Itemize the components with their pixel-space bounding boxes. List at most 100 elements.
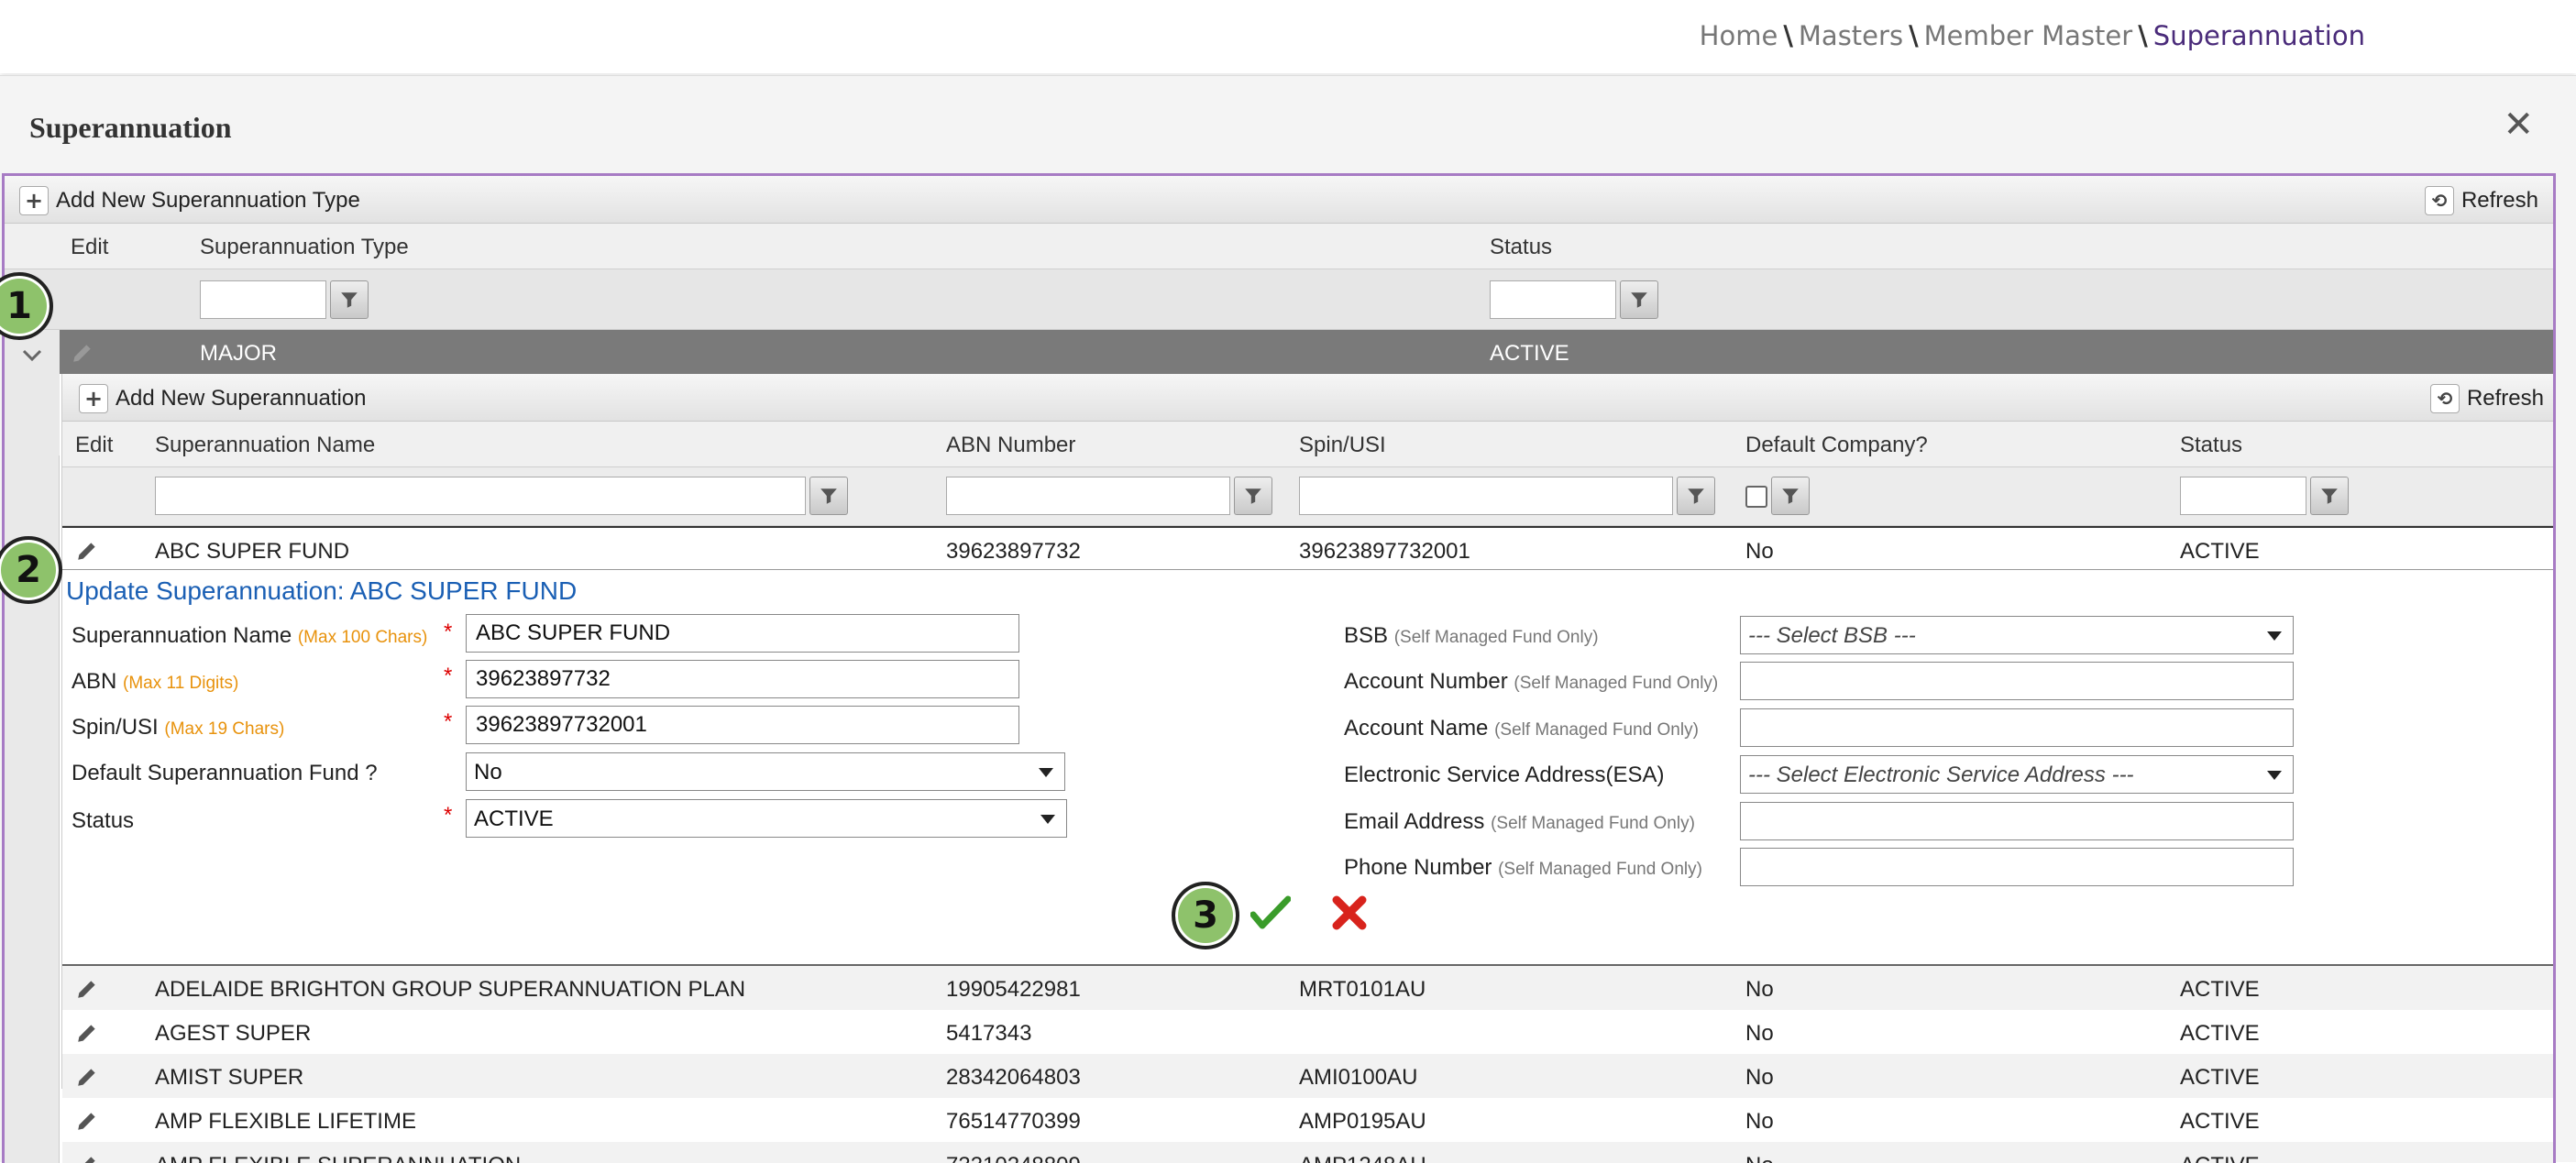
abn-filter-icon[interactable]	[1234, 477, 1272, 515]
table-row[interactable]: AMIST SUPER 28342064803 AMI0100AU No ACT…	[62, 1054, 2553, 1098]
status-select[interactable]: ACTIVE	[466, 799, 1067, 838]
default-fund-select[interactable]: No	[466, 752, 1065, 791]
pencil-icon[interactable]	[75, 1021, 99, 1045]
cell-abn: 5417343	[946, 1021, 1032, 1046]
cell-default: No	[1745, 1021, 1774, 1046]
superannuation-panel: Superannuation ✕ + Add New Superannuatio…	[0, 75, 2576, 1163]
abn-input[interactable]	[466, 660, 1019, 698]
add-superannuation-label: Add New Superannuation	[116, 386, 367, 411]
cell-name: AGEST SUPER	[155, 1021, 312, 1046]
cell-spin: 39623897732001	[1299, 539, 1470, 564]
phone-label: Phone Number (Self Managed Fund Only)	[1344, 855, 1702, 880]
col-superannuation-name[interactable]: Superannuation Name	[155, 433, 375, 458]
cell-status: ACTIVE	[2180, 539, 2260, 564]
breadcrumb: Home \ Masters \ Member Master \ Superannuatio…	[1699, 20, 2365, 51]
col-superannuation-type[interactable]: Superannuation Type	[200, 235, 409, 260]
outer-header: Edit Superannuation Type Status	[5, 224, 2553, 269]
table-row[interactable]: AMP FLEXIBLE LIFETIME 76514770399 AMP019…	[62, 1098, 2553, 1142]
inner-header: Edit Superannuation Name ABN Number Spin…	[62, 422, 2553, 467]
pencil-icon[interactable]	[75, 1153, 99, 1163]
account-name-label: Account Name (Self Managed Fund Only)	[1344, 716, 1699, 741]
cell-name: ADELAIDE BRIGHTON GROUP SUPERANNUATION P…	[155, 977, 746, 1002]
form-title: Update Superannuation: ABC SUPER FUND	[66, 576, 578, 605]
default-fund-label: Default Superannuation Fund ?	[72, 761, 378, 785]
account-number-label: Account Number (Self Managed Fund Only)	[1344, 669, 1719, 694]
name-filter-icon[interactable]	[809, 477, 848, 515]
status-filter-input[interactable]	[1490, 280, 1616, 319]
col-status[interactable]: Status	[2180, 433, 2242, 458]
account-name-input[interactable]	[1740, 708, 2294, 747]
table-row[interactable]: AMP FLEXIBLE SUPERANNUATION 73310248809 …	[62, 1142, 2553, 1163]
type-filter-icon[interactable]	[330, 280, 369, 319]
table-row[interactable]: ADELAIDE BRIGHTON GROUP SUPERANNUATION P…	[62, 966, 2553, 1010]
cell-status: ACTIVE	[2180, 977, 2260, 1002]
table-row[interactable]: AGEST SUPER 5417343 No ACTIVE	[62, 1010, 2553, 1054]
close-icon[interactable]: ✕	[2503, 104, 2534, 146]
col-spin-usi[interactable]: Spin/USI	[1299, 433, 1386, 458]
status-filter-icon[interactable]	[2310, 477, 2349, 515]
save-checkmark-icon[interactable]	[1250, 894, 1291, 931]
cell-name: ABC SUPER FUND	[155, 539, 350, 564]
account-number-input[interactable]	[1740, 662, 2294, 700]
phone-input[interactable]	[1740, 848, 2294, 886]
spin-filter-icon[interactable]	[1677, 477, 1715, 515]
callout-badge-3: 3	[1172, 882, 1239, 949]
status-filter-input[interactable]	[2180, 477, 2306, 515]
bsb-select[interactable]: --- Select BSB ---	[1740, 616, 2294, 654]
chevron-down-icon[interactable]	[21, 348, 43, 363]
esa-label: Electronic Service Address(ESA)	[1344, 763, 1665, 787]
breadcrumb-home[interactable]: Home	[1700, 20, 1778, 51]
name-filter-input[interactable]	[155, 477, 806, 515]
add-superannuation-type-button[interactable]: + Add New Superannuation Type	[19, 185, 360, 216]
cell-spin: AMP0195AU	[1299, 1109, 1426, 1134]
cell-status: ACTIVE	[2180, 1021, 2260, 1046]
pencil-icon[interactable]	[75, 977, 99, 1001]
spin-label: Spin/USI (Max 19 Chars)	[72, 715, 285, 740]
name-label: Superannuation Name (Max 100 Chars)	[72, 623, 428, 648]
default-filter-icon[interactable]	[1771, 477, 1810, 515]
type-filter-input[interactable]	[200, 280, 326, 319]
col-edit: Edit	[75, 433, 114, 457]
email-label: Email Address (Self Managed Fund Only)	[1344, 809, 1695, 834]
add-superannuation-button[interactable]: + Add New Superannuation	[79, 383, 367, 414]
bsb-label: BSB (Self Managed Fund Only)	[1344, 623, 1599, 648]
col-status[interactable]: Status	[1490, 235, 1552, 260]
cell-status: ACTIVE	[2180, 1153, 2260, 1163]
esa-select[interactable]: --- Select Electronic Service Address --…	[1740, 755, 2294, 794]
add-superannuation-type-label: Add New Superannuation Type	[56, 188, 360, 213]
pencil-icon[interactable]	[75, 539, 99, 563]
superannuation-name-input[interactable]	[466, 614, 1019, 653]
cell-status: ACTIVE	[2180, 1065, 2260, 1090]
refresh-icon: ⟲	[2429, 384, 2460, 413]
pencil-icon[interactable]	[75, 1109, 99, 1133]
refresh-superannuation-button[interactable]: ⟲ Refresh	[2429, 383, 2544, 414]
cell-default: No	[1745, 1109, 1774, 1134]
spin-input[interactable]	[466, 706, 1019, 744]
col-edit: Edit	[71, 235, 109, 259]
col-abn-number[interactable]: ABN Number	[946, 433, 1075, 458]
status-filter-icon[interactable]	[1620, 280, 1658, 319]
default-filter-checkbox[interactable]	[1745, 486, 1767, 508]
breadcrumb-member-master[interactable]: Member Master	[1924, 20, 2133, 51]
cell-name: AMP FLEXIBLE SUPERANNUATION	[155, 1153, 521, 1163]
email-input[interactable]	[1740, 802, 2294, 840]
pencil-icon[interactable]	[75, 1065, 99, 1089]
required-mark: *	[444, 664, 453, 688]
abn-filter-input[interactable]	[946, 477, 1230, 515]
cancel-x-icon[interactable]	[1331, 894, 1368, 931]
inner-filter-row	[62, 467, 2553, 526]
refresh-types-button[interactable]: ⟲ Refresh	[2424, 185, 2538, 216]
pencil-icon[interactable]	[71, 341, 94, 365]
required-mark: *	[444, 620, 453, 644]
table-row-selected[interactable]: ABC SUPER FUND 39623897732 3962389773200…	[62, 526, 2553, 570]
col-default-company[interactable]: Default Company?	[1745, 433, 1928, 458]
refresh-superannuation-label: Refresh	[2466, 386, 2544, 411]
cell-status: ACTIVE	[2180, 1109, 2260, 1134]
group-row-major[interactable]: MAJOR ACTIVE	[60, 330, 2553, 374]
spin-filter-input[interactable]	[1299, 477, 1673, 515]
abn-label: ABN (Max 11 Digits)	[72, 669, 239, 694]
breadcrumb-masters[interactable]: Masters	[1799, 20, 1903, 51]
cell-abn: 19905422981	[946, 977, 1081, 1002]
refresh-types-label: Refresh	[2460, 188, 2538, 213]
plus-icon: +	[19, 186, 49, 215]
